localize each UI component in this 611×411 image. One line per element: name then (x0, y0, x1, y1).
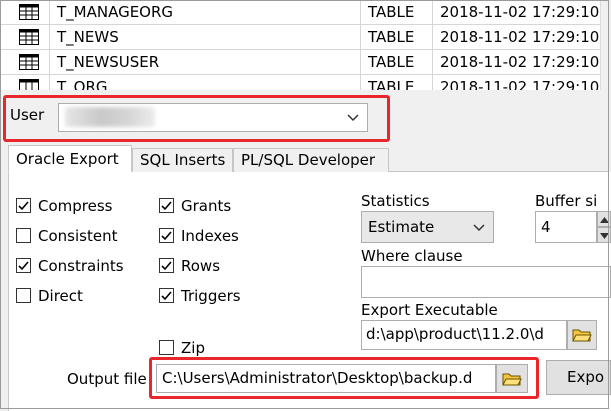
window-border (0, 0, 609, 409)
